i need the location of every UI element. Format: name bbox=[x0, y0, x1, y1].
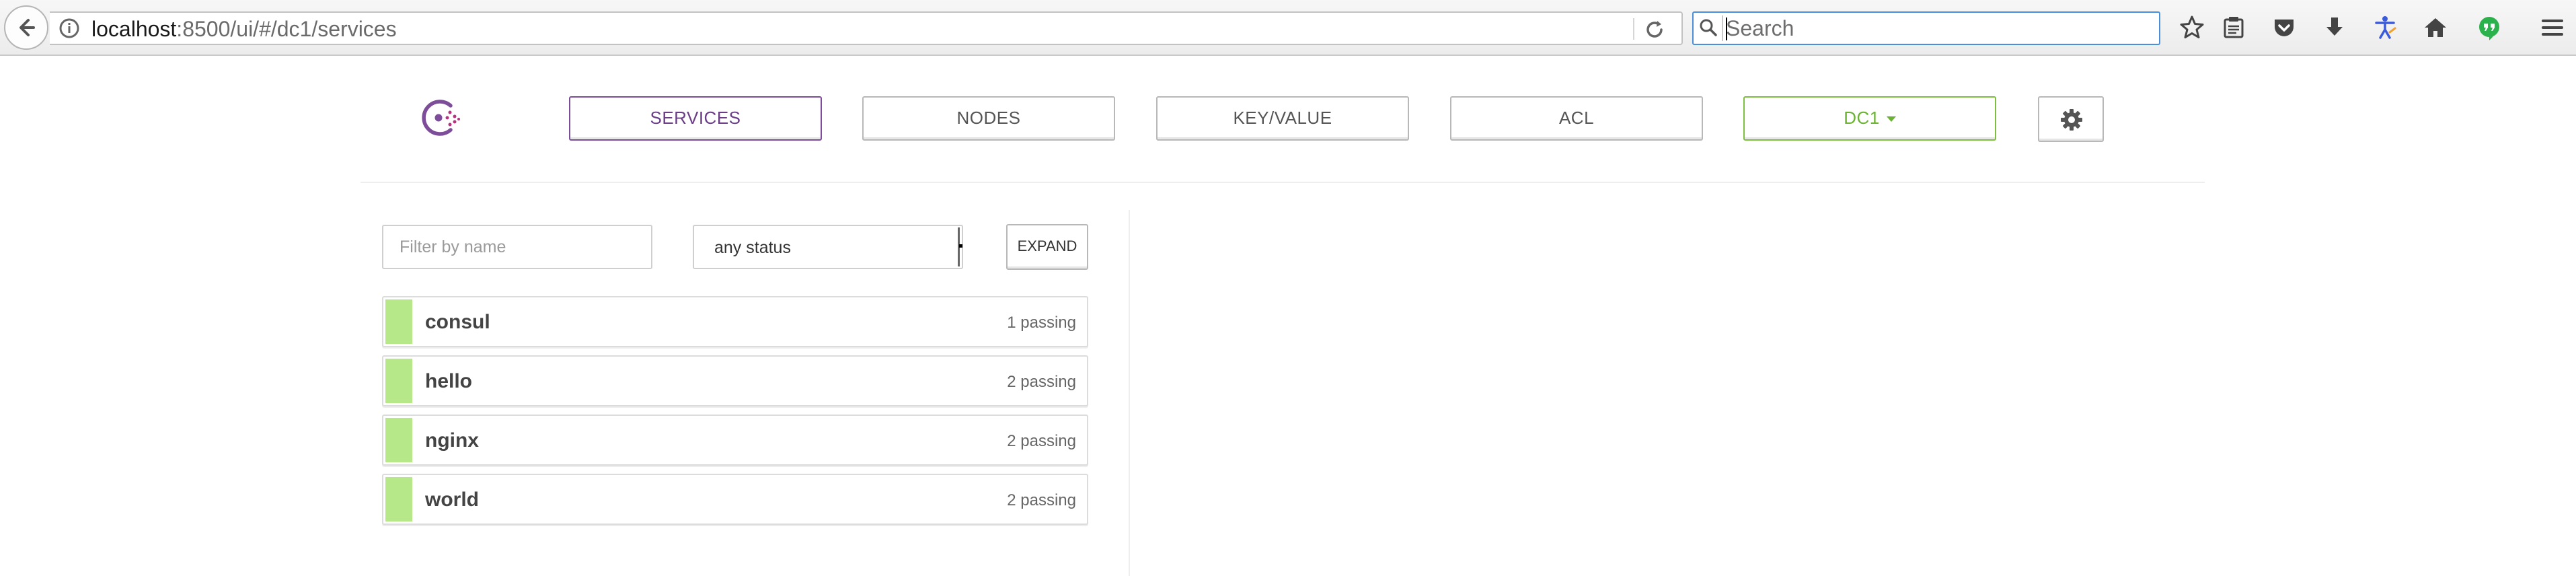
settings-button[interactable] bbox=[2038, 96, 2104, 142]
status-filter-value: any status bbox=[714, 238, 791, 257]
back-button[interactable] bbox=[4, 5, 48, 50]
expand-button[interactable]: EXPAND bbox=[1006, 224, 1088, 270]
nav-acl-button[interactable]: ACL bbox=[1450, 96, 1703, 141]
consul-logo-icon[interactable] bbox=[420, 96, 463, 139]
pocket-icon[interactable] bbox=[2270, 13, 2298, 42]
service-name: consul bbox=[425, 311, 490, 333]
datacenter-dropdown[interactable]: DC1 bbox=[1743, 96, 1996, 141]
column-divider bbox=[1129, 210, 1130, 576]
service-name: hello bbox=[425, 370, 473, 392]
health-status-bar bbox=[385, 299, 412, 344]
nav-nodes-button[interactable]: NODES bbox=[862, 96, 1115, 141]
reading-list-icon[interactable] bbox=[2220, 13, 2248, 42]
text-cursor bbox=[1726, 17, 1727, 40]
back-arrow-icon bbox=[20, 19, 35, 36]
hangouts-icon[interactable] bbox=[2475, 13, 2503, 42]
search-icon bbox=[1700, 19, 1717, 36]
url-host: localhost bbox=[91, 17, 177, 41]
accessibility-icon[interactable] bbox=[2371, 13, 2399, 42]
service-name: nginx bbox=[425, 429, 479, 452]
service-row-hello[interactable]: hello 2 passing bbox=[382, 355, 1088, 406]
filter-by-name-input[interactable] bbox=[382, 225, 652, 269]
health-status-bar bbox=[385, 418, 412, 462]
url-separator bbox=[1633, 18, 1634, 40]
address-bar[interactable]: localhost:8500/ui/#/dc1/services bbox=[50, 11, 1683, 45]
health-status-bar bbox=[385, 477, 412, 521]
url-text[interactable]: localhost:8500/ui/#/dc1/services bbox=[91, 15, 397, 42]
download-icon[interactable] bbox=[2320, 13, 2349, 42]
search-input[interactable] bbox=[1726, 14, 2150, 42]
browser-toolbar: localhost:8500/ui/#/dc1/services bbox=[0, 0, 2576, 56]
search-engine-button[interactable] bbox=[1696, 15, 1723, 41]
reload-icon[interactable] bbox=[1642, 17, 1667, 42]
service-row-world[interactable]: world 2 passing bbox=[382, 474, 1088, 525]
services-list: consul 1 passing hello 2 passing nginx 2… bbox=[382, 296, 1088, 533]
service-check-status: 2 passing bbox=[1007, 432, 1076, 450]
service-check-status: 1 passing bbox=[1007, 314, 1076, 332]
select-arrow-icon[interactable] bbox=[958, 227, 962, 266]
nav-key-value-button[interactable]: KEY/VALUE bbox=[1156, 96, 1409, 141]
service-name: world bbox=[425, 489, 479, 511]
service-check-status: 2 passing bbox=[1007, 491, 1076, 509]
nav-services-button[interactable]: SERVICES bbox=[569, 96, 822, 141]
health-status-bar bbox=[385, 359, 412, 403]
gear-icon bbox=[2061, 109, 2082, 131]
datacenter-label: DC1 bbox=[1844, 108, 1880, 128]
bookmark-star-icon[interactable] bbox=[2178, 13, 2206, 42]
service-row-nginx[interactable]: nginx 2 passing bbox=[382, 415, 1088, 466]
status-filter-select[interactable]: any status bbox=[693, 225, 963, 269]
menu-icon[interactable] bbox=[2538, 13, 2567, 42]
service-row-consul[interactable]: consul 1 passing bbox=[382, 296, 1088, 347]
header-divider bbox=[361, 182, 2205, 183]
search-bar[interactable] bbox=[1692, 11, 2160, 45]
home-icon[interactable] bbox=[2421, 13, 2450, 42]
service-check-status: 2 passing bbox=[1007, 373, 1076, 391]
url-path: :8500/ui/#/dc1/services bbox=[176, 17, 397, 41]
info-icon[interactable] bbox=[58, 17, 81, 40]
caret-down-icon bbox=[1886, 116, 1896, 122]
